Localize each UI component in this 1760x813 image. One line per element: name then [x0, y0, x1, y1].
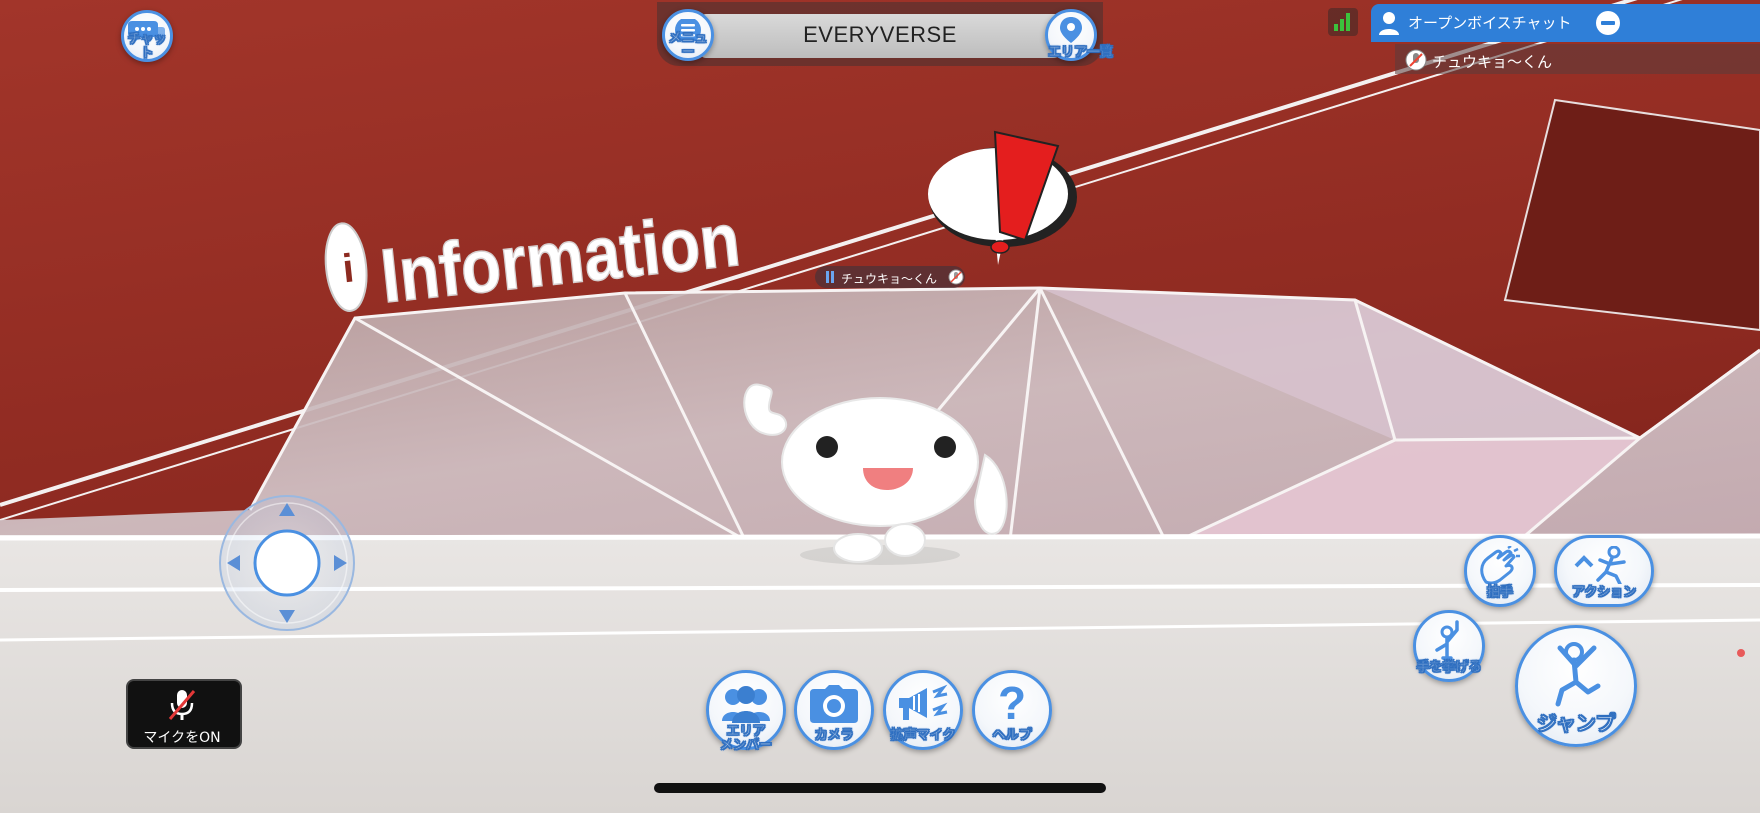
chat-button[interactable]: チャット [121, 10, 173, 62]
megaphone-button[interactable]: 拡声マイク [883, 670, 963, 750]
camera-button[interactable]: カメラ [794, 670, 874, 750]
action-button[interactable]: アクション [1554, 535, 1654, 607]
menu-label: メニュー [668, 31, 708, 60]
action-pose-icon [1574, 546, 1626, 584]
jump-button[interactable]: ジャンプ [1515, 625, 1637, 747]
player-mic-icon [948, 269, 964, 285]
mic-toggle-label: マイクをON [143, 730, 221, 746]
game-scene: i Information [0, 0, 1760, 813]
action-label: アクション [1571, 585, 1637, 600]
mic-off-icon [168, 690, 196, 720]
voice-chat-title: オープンボイスチャット [1408, 14, 1572, 32]
menu-button[interactable]: メニュー [662, 9, 714, 61]
help-icon: ? [997, 677, 1027, 729]
clap-button[interactable]: 拍手 [1464, 535, 1536, 607]
signal-strength-icon [1328, 8, 1358, 36]
megaphone-label: 拡声マイク [890, 728, 956, 743]
help-button[interactable]: ? ヘルプ [972, 670, 1052, 750]
raise-hand-button[interactable]: 手を挙げる [1413, 610, 1485, 682]
movement-joystick[interactable] [219, 495, 355, 631]
area-members-button[interactable]: エリア メンバー [706, 670, 786, 753]
raise-hand-icon [1435, 620, 1459, 660]
members-icon [722, 686, 770, 723]
jump-figure-icon [1555, 642, 1601, 707]
collapse-minus-icon[interactable] [1595, 10, 1621, 36]
jump-label: ジャンプ [1536, 711, 1616, 735]
map-pin-icon [1060, 17, 1082, 43]
area-list-button[interactable]: エリア一覧 [1045, 9, 1114, 61]
muted-mic-icon [1405, 49, 1427, 71]
area-list-label: エリア一覧 [1048, 45, 1114, 60]
raise-hand-label: 手を挙げる [1416, 660, 1482, 675]
voice-chat-member-name: チュウキョ〜くん [1432, 53, 1553, 71]
camera-icon [810, 685, 858, 723]
chat-label: チャット [127, 32, 167, 61]
player-marker-icon [826, 271, 834, 283]
person-icon [1379, 12, 1399, 35]
app-title: EVERYVERSE [803, 22, 957, 47]
clap-label: 拍手 [1486, 585, 1513, 600]
camera-label: カメラ [814, 728, 854, 743]
area-members-label: エリア メンバー [719, 724, 772, 753]
megaphone-icon [899, 684, 948, 720]
player-name: チュウキョ〜くん [841, 272, 938, 286]
help-label: ヘルプ [992, 728, 1032, 743]
home-indicator[interactable] [654, 783, 1106, 793]
clap-hands-icon [1480, 546, 1520, 584]
